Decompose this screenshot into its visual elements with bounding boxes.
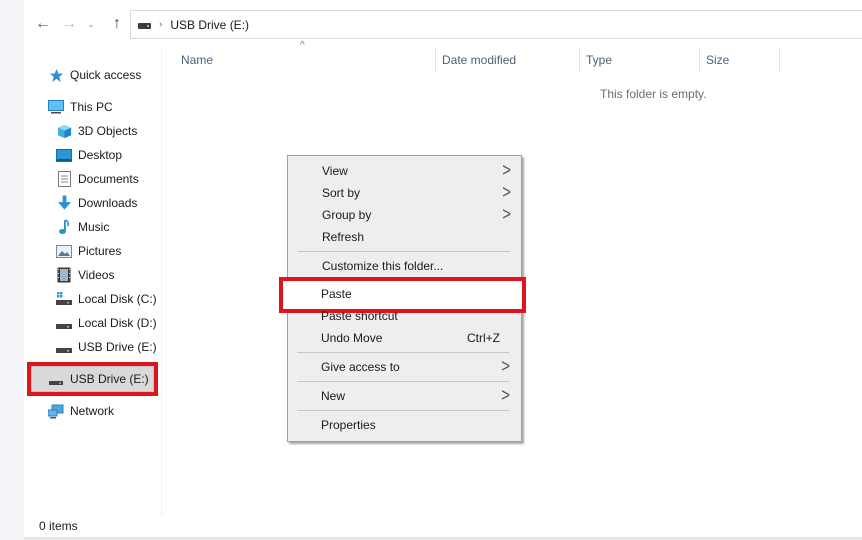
sidebar-item-local-disk-d[interactable]: Local Disk (D:) <box>56 312 157 334</box>
sidebar-item-label: USB Drive (E:) <box>78 340 157 354</box>
sidebar-item-label: USB Drive (E:) <box>70 372 149 386</box>
menu-item-properties[interactable]: Properties <box>287 414 520 436</box>
menu-separator <box>297 410 509 411</box>
sidebar-item-label: 3D Objects <box>78 124 138 138</box>
sidebar-item-label: Videos <box>78 268 115 282</box>
download-icon <box>56 195 72 211</box>
drive-icon <box>138 22 151 29</box>
column-header-date-modified[interactable]: Date modified <box>436 48 579 72</box>
back-button[interactable]: ← <box>32 10 54 38</box>
column-header-name[interactable]: Name <box>175 48 435 72</box>
menu-item-label: Properties <box>321 418 376 432</box>
sidebar-item-documents[interactable]: Documents <box>56 168 139 190</box>
menu-item-label: Undo Move <box>321 331 383 345</box>
chevron-down-icon: ⌄ <box>87 18 95 29</box>
arrow-right-icon: → <box>61 15 77 32</box>
forward-button[interactable]: → <box>58 10 80 38</box>
sidebar-item-usb-drive-e[interactable]: USB Drive (E:) <box>56 336 157 358</box>
column-divider[interactable] <box>779 48 780 72</box>
menu-item-give-access-to[interactable]: Give access to > <box>287 356 520 378</box>
empty-folder-message: This folder is empty. <box>600 87 707 101</box>
sidebar-item-label: Desktop <box>78 148 123 162</box>
menu-item-label: Paste shortcut <box>321 309 398 323</box>
document-icon <box>56 171 72 187</box>
column-header-label: Name <box>181 53 214 67</box>
picture-icon <box>56 243 72 259</box>
computer-icon <box>48 99 64 115</box>
sidebar-item-label: Documents <box>78 172 139 186</box>
chevron-right-icon: > <box>501 385 510 406</box>
address-bar[interactable]: › USB Drive (E:) <box>130 10 862 39</box>
sidebar-item-network[interactable]: Network <box>48 400 114 422</box>
menu-item-new[interactable]: New > <box>287 385 520 407</box>
sidebar-item-3d-objects[interactable]: 3D Objects <box>56 120 137 142</box>
sidebar-item-pictures[interactable]: Pictures <box>56 240 121 262</box>
arrow-up-icon: ↑ <box>113 15 121 32</box>
navigation-bar: ← → ⌄ ↑ › USB Drive (E:) <box>24 10 862 39</box>
desktop-icon <box>56 147 72 163</box>
chevron-right-icon: > <box>501 356 510 377</box>
sidebar-item-this-pc[interactable]: This PC <box>48 96 113 118</box>
sidebar-item-label: Quick access <box>70 68 142 82</box>
sidebar-item-local-disk-c[interactable]: Local Disk (C:) <box>56 288 157 310</box>
menu-separator <box>297 381 509 382</box>
menu-item-paste-shortcut[interactable]: Paste shortcut <box>287 305 520 327</box>
up-button[interactable]: ↑ <box>106 10 128 38</box>
sidebar-item-label: Pictures <box>78 244 122 258</box>
sidebar-item-videos[interactable]: Videos <box>56 264 114 286</box>
column-header-size[interactable]: Size <box>700 48 779 72</box>
sidebar-item-usb-drive-e-root[interactable]: USB Drive (E:) <box>48 368 149 390</box>
usb-drive-icon <box>48 371 64 387</box>
sidebar-item-music[interactable]: Music <box>56 216 109 238</box>
star-icon <box>48 67 64 83</box>
status-item-count: 0 items <box>39 519 78 533</box>
drive-icon <box>56 315 72 331</box>
column-header-label: Size <box>706 53 730 67</box>
system-drive-icon <box>56 291 72 307</box>
sidebar-item-quick-access[interactable]: Quick access <box>48 64 141 86</box>
menu-item-label: Give access to <box>321 360 400 374</box>
music-icon <box>56 219 72 235</box>
sidebar-item-label: Local Disk (D:) <box>78 316 157 330</box>
breadcrumb-separator[interactable]: › <box>159 19 162 30</box>
network-icon <box>48 403 64 419</box>
sidebar-item-label: Network <box>70 404 115 418</box>
menu-item-label: Paste <box>321 287 352 301</box>
menu-item-undo-move[interactable]: Undo Move Ctrl+Z <box>287 327 520 349</box>
video-icon <box>56 267 72 283</box>
drive-icon <box>56 339 72 355</box>
shortcut-label: Ctrl+Z <box>467 331 500 345</box>
menu-separator <box>297 352 509 353</box>
sidebar-item-downloads[interactable]: Downloads <box>56 192 137 214</box>
breadcrumb-usb-drive[interactable]: USB Drive (E:) <box>170 18 249 32</box>
arrow-left-icon: ← <box>35 15 51 32</box>
column-header-type[interactable]: Type <box>580 48 699 72</box>
context-menu-lower: Paste Paste shortcut Undo Move Ctrl+Z Gi… <box>287 155 522 442</box>
cube-icon <box>56 123 72 139</box>
sidebar-item-label: Local Disk (C:) <box>78 292 157 306</box>
sidebar-item-desktop[interactable]: Desktop <box>56 144 122 166</box>
sidebar-item-label: Music <box>78 220 110 234</box>
column-header-label: Date modified <box>442 53 517 67</box>
recent-locations-button[interactable]: ⌄ <box>84 10 98 38</box>
menu-item-label: New <box>321 389 346 403</box>
sidebar-item-label: This PC <box>70 100 113 114</box>
column-header-label: Type <box>586 53 613 67</box>
sidebar-item-label: Downloads <box>78 196 138 210</box>
menu-item-paste[interactable]: Paste <box>287 283 520 305</box>
